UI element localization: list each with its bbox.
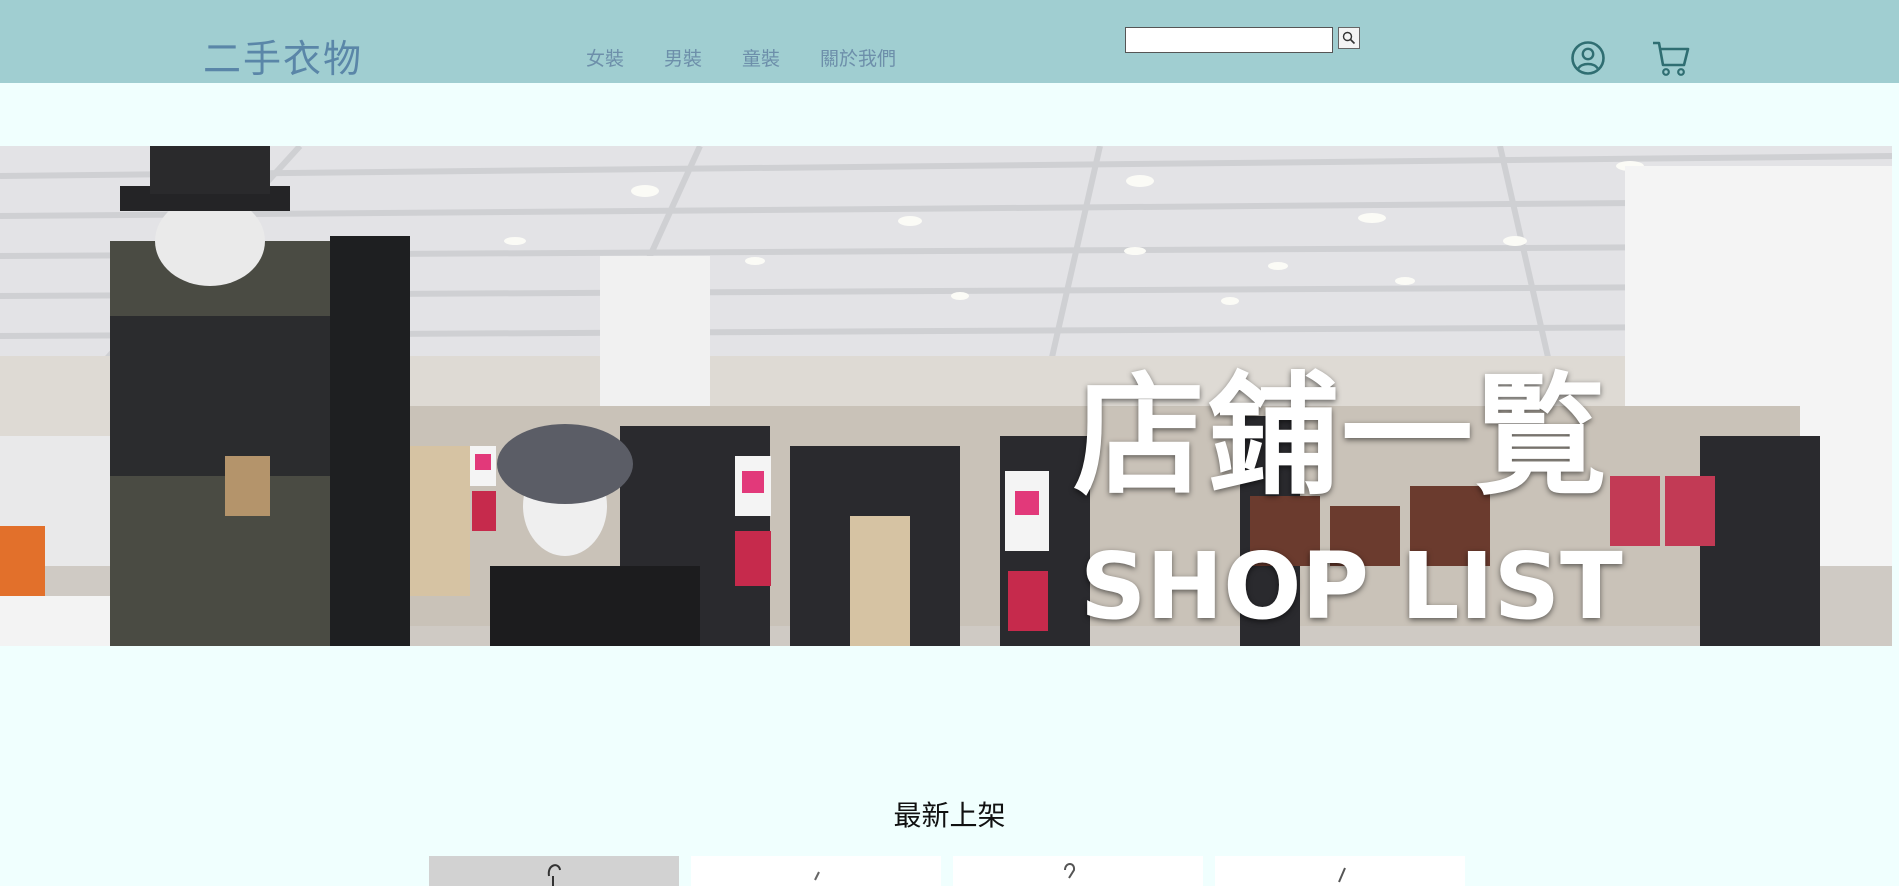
site-header: 二手衣物 女裝 男裝 童裝 關於我們 [0, 0, 1899, 83]
hero-banner: 店鋪一覧 SHOP LIST [0, 146, 1892, 646]
product-card[interactable] [953, 856, 1203, 886]
search-button[interactable] [1338, 27, 1360, 49]
nav-item-women[interactable]: 女裝 [586, 44, 624, 71]
nav-item-about[interactable]: 關於我們 [820, 44, 896, 71]
nav-item-men[interactable]: 男裝 [664, 44, 702, 71]
shopping-cart-icon[interactable] [1651, 39, 1691, 77]
search-input[interactable] [1125, 27, 1333, 53]
main-nav: 女裝 男裝 童裝 關於我們 [586, 44, 936, 71]
product-card[interactable] [429, 856, 679, 886]
search-bar [1125, 27, 1360, 53]
user-circle-icon[interactable] [1570, 40, 1606, 76]
banner-subtitle: SHOP LIST [1080, 533, 1623, 640]
product-card[interactable] [691, 856, 941, 886]
search-icon [1342, 31, 1356, 45]
hanger-icon [1064, 863, 1076, 879]
nav-item-kids[interactable]: 童裝 [742, 44, 780, 71]
site-logo[interactable]: 二手衣物 [203, 28, 363, 83]
banner-title: 店鋪一覧 [1073, 360, 1609, 514]
latest-section-title: 最新上架 [893, 799, 1006, 832]
hanger-icon [547, 864, 561, 886]
product-card[interactable] [1215, 856, 1465, 886]
hanger-icon [814, 871, 820, 881]
hanger-icon [1338, 867, 1346, 883]
product-grid [429, 856, 1465, 886]
